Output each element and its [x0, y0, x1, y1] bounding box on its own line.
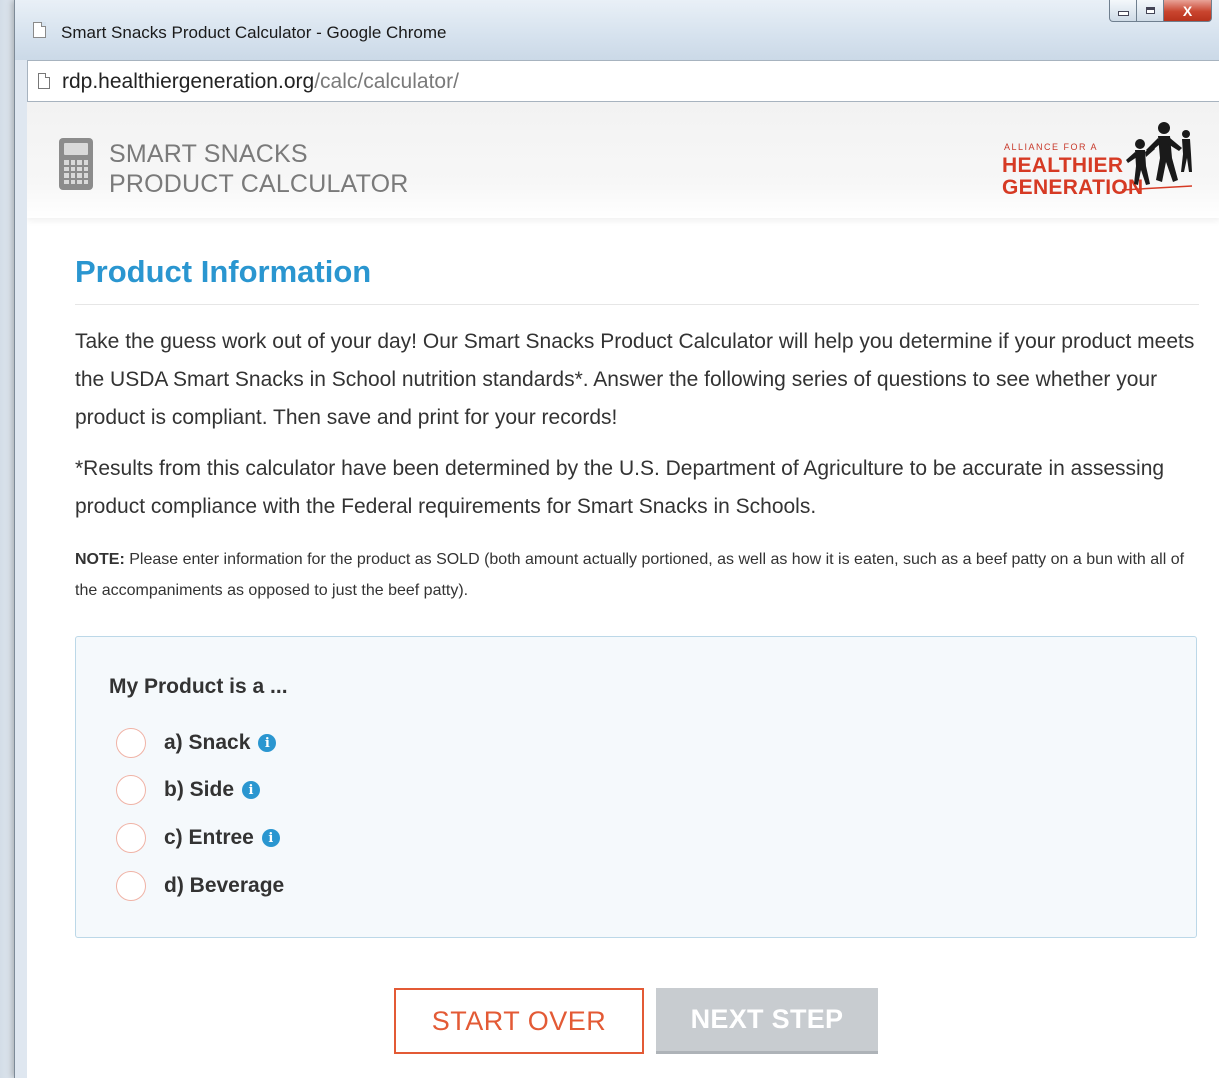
intro-paragraph: Take the guess work out of your day! Our…	[75, 330, 1195, 429]
maximize-button[interactable]	[1137, 0, 1164, 22]
brand-title-line1: SMART SNACKS	[109, 140, 308, 168]
note-text: Please enter information for the product…	[75, 551, 1185, 599]
url-text[interactable]: rdp.healthiergeneration.org/calc/calcula…	[62, 70, 459, 94]
logo-tagline: ALLIANCE FOR A	[1004, 142, 1099, 152]
page-content: SMART SNACKS PRODUCT CALCULATOR ALLIANCE…	[27, 102, 1219, 1078]
window-controls: X	[1109, 0, 1212, 22]
healthier-generation-logo[interactable]: ALLIANCE FOR A HEALTHIER GENERATION	[1002, 120, 1192, 200]
radio-button[interactable]	[116, 823, 146, 853]
option-snack[interactable]: a) Snack i	[116, 725, 277, 761]
disclaimer-paragraph: *Results from this calculator have been …	[75, 457, 1165, 518]
note-label: NOTE:	[75, 551, 125, 568]
main-content: Product Information Take the guess work …	[75, 218, 1199, 1054]
question-title: My Product is a ...	[109, 675, 288, 698]
close-icon: X	[1182, 2, 1193, 19]
url-path: /calc/calculator/	[314, 70, 459, 93]
product-type-question: My Product is a ... a) Snack i b) Side i…	[75, 636, 1197, 938]
url-domain: rdp.healthiergeneration.org	[62, 70, 315, 93]
minimize-button[interactable]	[1109, 0, 1137, 22]
logo-line1: HEALTHIER	[1002, 154, 1124, 177]
site-header: SMART SNACKS PRODUCT CALCULATOR ALLIANCE…	[27, 102, 1219, 218]
option-label[interactable]: d) Beverage	[164, 874, 284, 898]
page-icon	[33, 22, 46, 38]
page-icon	[38, 73, 50, 89]
action-buttons: START OVER NEXT STEP	[75, 988, 1199, 1058]
option-beverage[interactable]: d) Beverage	[116, 868, 284, 904]
address-bar[interactable]: rdp.healthiergeneration.org/calc/calcula…	[27, 60, 1219, 102]
option-label[interactable]: b) Side	[164, 778, 234, 802]
title-bar[interactable]: Smart Snacks Product Calculator - Google…	[15, 0, 1219, 60]
brand-title-line2: PRODUCT CALCULATOR	[109, 170, 409, 198]
minimize-icon	[1117, 11, 1129, 16]
option-label[interactable]: a) Snack	[164, 731, 250, 755]
section-title: Product Information	[75, 254, 1199, 305]
maximize-icon	[1145, 7, 1155, 14]
running-children-icon	[1122, 122, 1192, 191]
radio-button[interactable]	[116, 728, 146, 758]
info-icon[interactable]: i	[258, 734, 277, 752]
note-paragraph: NOTE: Please enter information for the p…	[75, 544, 1199, 606]
next-step-button[interactable]: NEXT STEP	[656, 988, 878, 1054]
browser-window: Smart Snacks Product Calculator - Google…	[14, 0, 1219, 1078]
start-over-button[interactable]: START OVER	[394, 988, 644, 1054]
info-icon[interactable]: i	[242, 781, 261, 799]
radio-button[interactable]	[116, 871, 146, 901]
info-icon[interactable]: i	[261, 829, 280, 847]
close-button[interactable]: X	[1164, 0, 1212, 22]
calculator-icon	[59, 138, 93, 190]
option-entree[interactable]: c) Entree i	[116, 820, 280, 856]
radio-button[interactable]	[116, 775, 146, 805]
window-title: Smart Snacks Product Calculator - Google…	[61, 23, 447, 42]
option-side[interactable]: b) Side i	[116, 772, 261, 808]
option-label[interactable]: c) Entree	[164, 826, 254, 850]
